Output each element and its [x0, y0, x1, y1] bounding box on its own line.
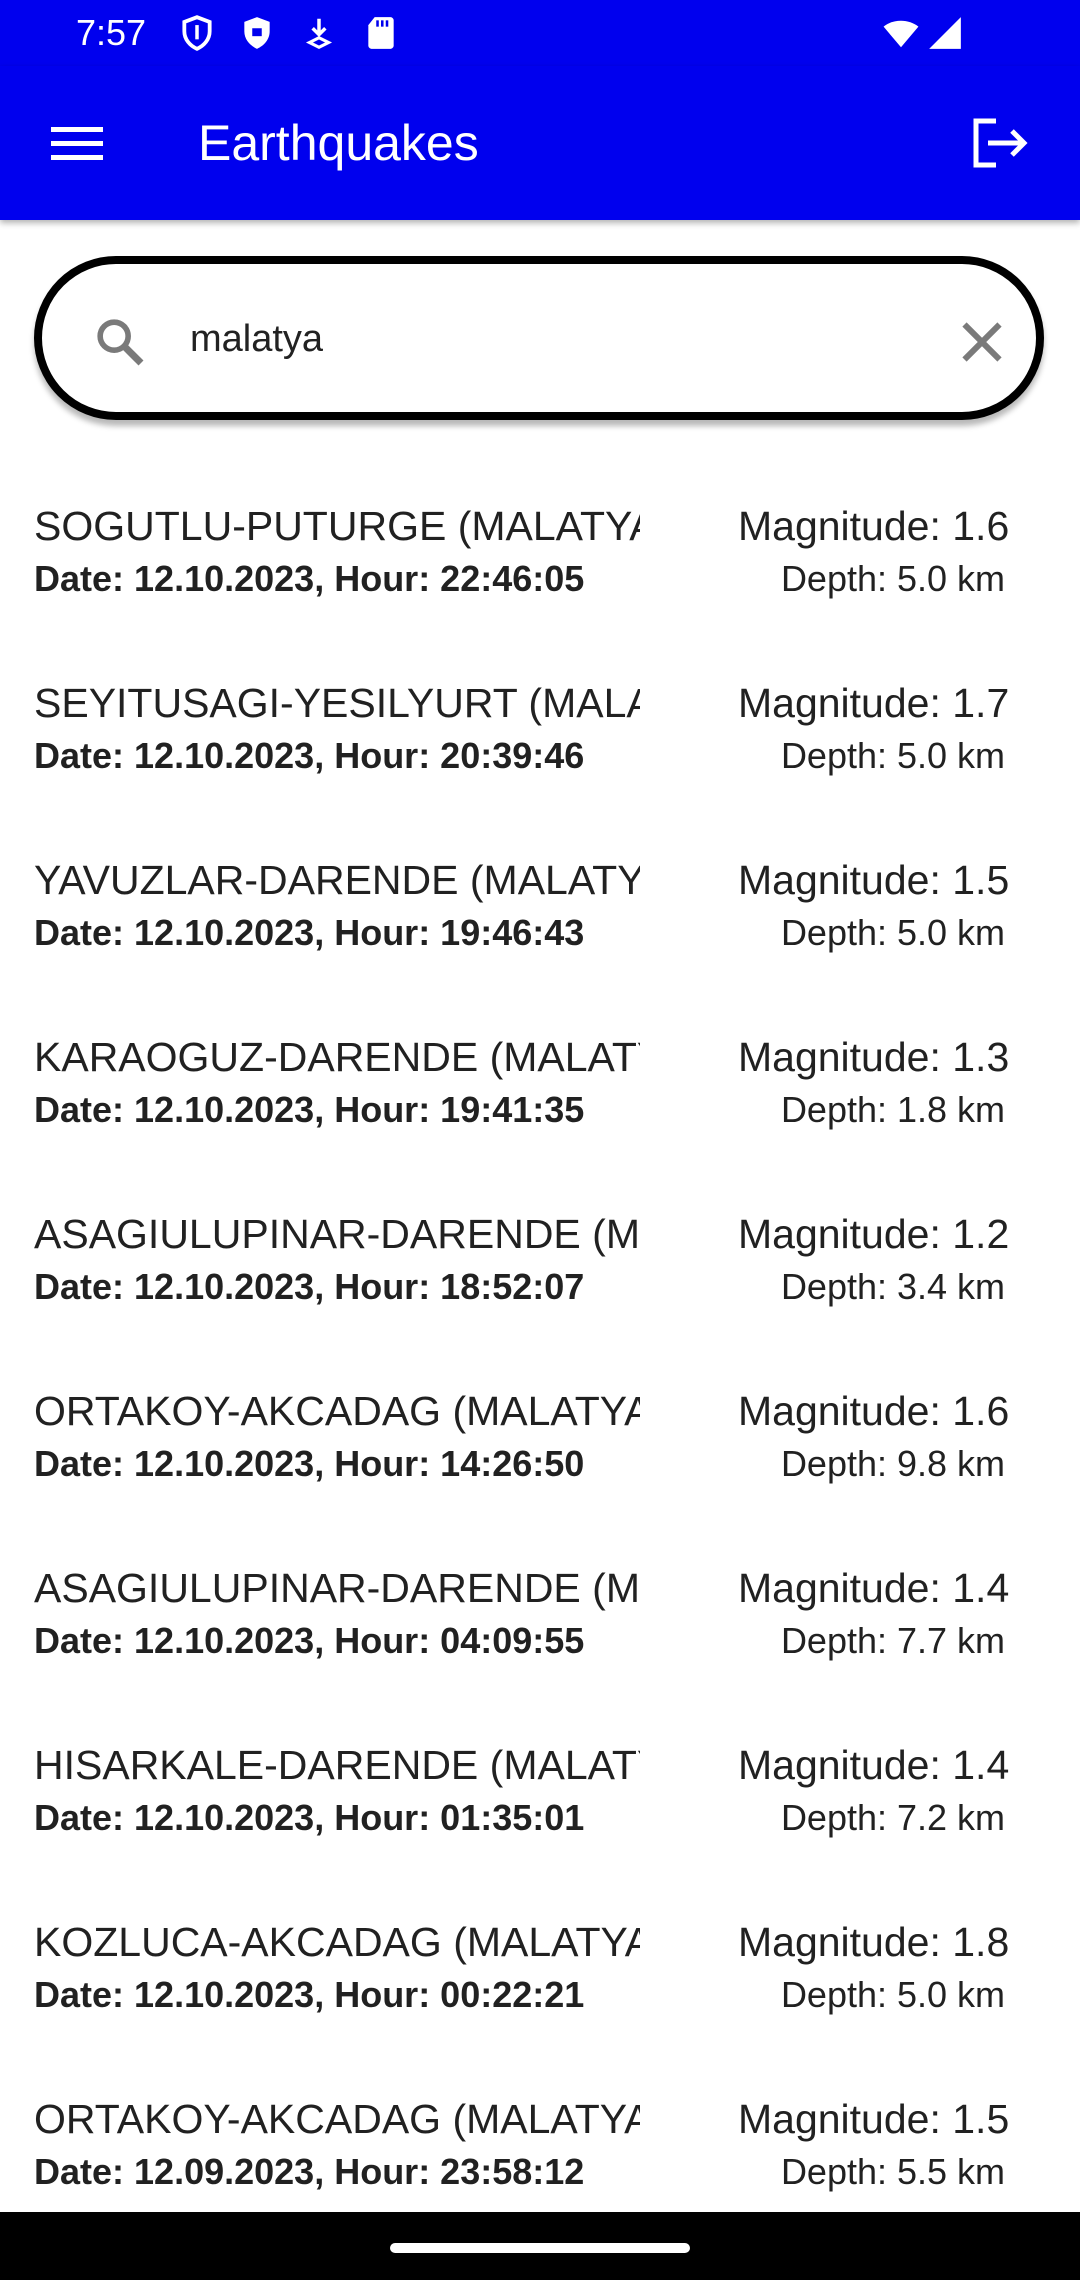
earthquake-location: ASAGIULUPINAR-DARENDE (MALATYA) [34, 1565, 640, 1611]
earthquake-magnitude: Magnitude: 1.5 [738, 857, 1010, 903]
earthquake-location: SOGUTLU-PUTURGE (MALATYA) [34, 503, 640, 549]
earthquake-location: KOZLUCA-AKCADAG (MALATYA) [34, 1919, 640, 1965]
earthquake-location: ASAGIULUPINAR-DARENDE (MALATYA) [34, 1211, 640, 1257]
download-icon [305, 18, 333, 50]
earthquake-location: ORTAKOY-AKCADAG (MALATYA) [34, 2096, 640, 2142]
signal-icon [929, 17, 961, 49]
wifi-icon [883, 20, 919, 48]
earthquake-depth: Depth: 7.2 km [780, 1797, 1006, 1838]
search-bar[interactable] [34, 256, 1044, 420]
earthquake-row[interactable]: ASAGIULUPINAR-DARENDE (MALATYA) Date: 12… [0, 1188, 1080, 1365]
earthquake-magnitude: Magnitude: 1.4 [738, 1565, 1010, 1611]
earthquake-magnitude: Magnitude: 1.5 [738, 2096, 1010, 2142]
page-title: Earthquakes [198, 115, 479, 171]
logout-icon[interactable] [966, 111, 1036, 175]
earthquake-location: HISARKALE-DARENDE (MALATYA) [34, 1742, 640, 1788]
earthquake-row[interactable]: SOGUTLU-PUTURGE (MALATYA) Date: 12.10.20… [0, 480, 1080, 657]
earthquake-magnitude: Magnitude: 1.2 [738, 1211, 1010, 1257]
earthquake-date: Date: 12.10.2023, Hour: 00:22:21 [34, 1974, 585, 2015]
earthquake-magnitude: Magnitude: 1.6 [738, 1388, 1010, 1434]
earthquake-row[interactable]: YAVUZLAR-DARENDE (MALATYA) Date: 12.10.2… [0, 834, 1080, 1011]
earthquake-row[interactable]: ORTAKOY-AKCADAG (MALATYA) Date: 12.10.20… [0, 1365, 1080, 1542]
earthquake-depth: Depth: 5.5 km [780, 2151, 1006, 2192]
earthquake-depth: Depth: 7.7 km [780, 1620, 1006, 1661]
earthquake-location: YAVUZLAR-DARENDE (MALATYA) [34, 857, 640, 903]
earthquake-magnitude: Magnitude: 1.8 [738, 1919, 1010, 1965]
earthquake-row[interactable]: HISARKALE-DARENDE (MALATYA) Date: 12.10.… [0, 1719, 1080, 1896]
earthquake-date: Date: 12.10.2023, Hour: 22:46:05 [34, 558, 585, 599]
earthquake-magnitude: Magnitude: 1.6 [738, 503, 1010, 549]
earthquake-depth: Depth: 1.8 km [780, 1089, 1006, 1130]
earthquake-date: Date: 12.09.2023, Hour: 23:58:12 [34, 2151, 585, 2192]
clear-icon[interactable] [952, 312, 1012, 372]
sd-card-icon [368, 17, 394, 49]
shield-filled-icon [244, 17, 270, 49]
status-bar: 7:57 [0, 0, 1080, 66]
earthquake-row[interactable]: KOZLUCA-AKCADAG (MALATYA) Date: 12.10.20… [0, 1896, 1080, 2073]
status-time: 7:57 [76, 12, 147, 53]
earthquake-depth: Depth: 5.0 km [780, 735, 1006, 776]
search-icon [97, 319, 144, 366]
earthquake-row[interactable]: SEYITUSAGI-YESILYURT (MALATYA) Date: 12.… [0, 657, 1080, 834]
earthquake-depth: Depth: 5.0 km [780, 1974, 1006, 2015]
earthquake-location: KARAOGUZ-DARENDE (MALATYA) [34, 1034, 640, 1080]
earthquake-magnitude: Magnitude: 1.7 [738, 680, 1010, 726]
earthquake-list: SOGUTLU-PUTURGE (MALATYA) Date: 12.10.20… [0, 480, 1080, 2250]
app-bar: Earthquakes [0, 66, 1080, 220]
earthquake-date: Date: 12.10.2023, Hour: 19:46:43 [34, 912, 585, 953]
earthquake-row[interactable]: KARAOGUZ-DARENDE (MALATYA) Date: 12.10.2… [0, 1011, 1080, 1188]
earthquake-row[interactable]: ASAGIULUPINAR-DARENDE (MALATYA) Date: 12… [0, 1542, 1080, 1719]
earthquake-location: SEYITUSAGI-YESILYURT (MALATYA) [34, 680, 640, 726]
earthquake-date: Date: 12.10.2023, Hour: 04:09:55 [34, 1620, 585, 1661]
earthquake-magnitude: Magnitude: 1.3 [738, 1034, 1010, 1080]
earthquake-depth: Depth: 5.0 km [780, 912, 1006, 953]
earthquake-location: ORTAKOY-AKCADAG (MALATYA) [34, 1388, 640, 1434]
earthquake-magnitude: Magnitude: 1.4 [738, 1742, 1010, 1788]
earthquake-date: Date: 12.10.2023, Hour: 01:35:01 [34, 1797, 585, 1838]
earthquake-date: Date: 12.10.2023, Hour: 19:41:35 [34, 1089, 585, 1130]
search-input[interactable] [190, 304, 950, 374]
home-gesture-handle[interactable] [390, 2243, 690, 2253]
earthquake-date: Date: 12.10.2023, Hour: 14:26:50 [34, 1443, 585, 1484]
earthquake-date: Date: 12.10.2023, Hour: 20:39:46 [34, 735, 585, 776]
earthquake-depth: Depth: 3.4 km [780, 1266, 1006, 1307]
menu-icon[interactable] [40, 111, 114, 175]
earthquake-depth: Depth: 5.0 km [780, 558, 1006, 599]
earthquake-date: Date: 12.10.2023, Hour: 18:52:07 [34, 1266, 585, 1307]
earthquake-depth: Depth: 9.8 km [780, 1443, 1006, 1484]
shield-outline-icon [182, 15, 212, 51]
system-nav-bar [0, 2212, 1080, 2280]
